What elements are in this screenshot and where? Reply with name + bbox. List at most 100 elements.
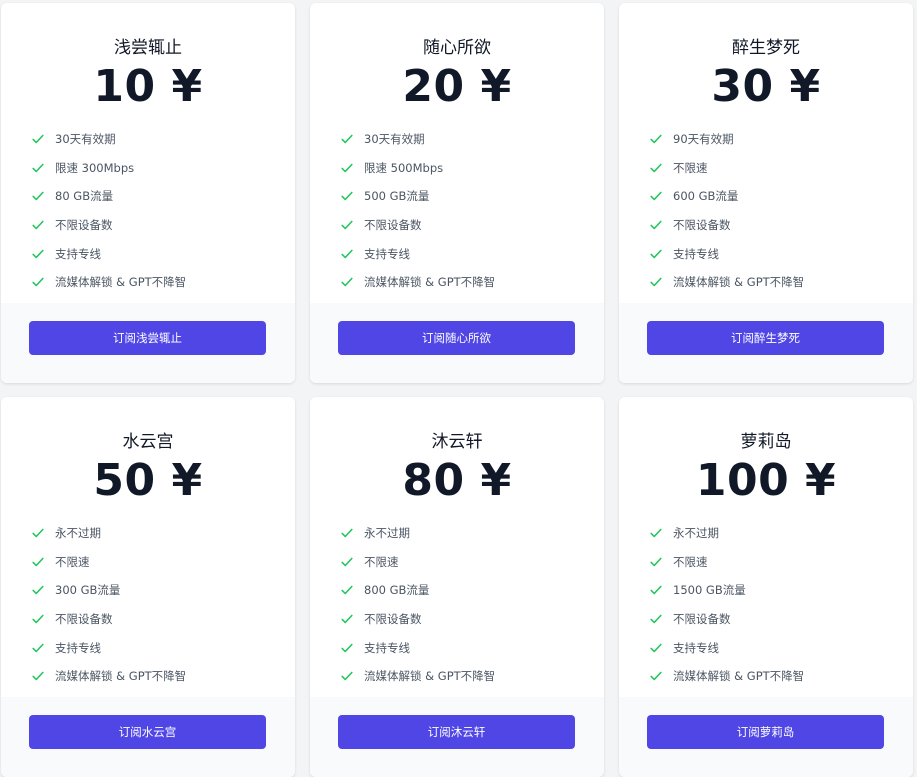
feature-item: 限速 500Mbps	[340, 154, 495, 183]
feature-text: 500 GB流量	[364, 189, 430, 204]
feature-list: 90天有效期 不限速 600 GB流量 不限设备数 支持专线 流媒体解锁 & G…	[649, 125, 804, 297]
feature-text: 600 GB流量	[673, 189, 739, 204]
plan-card-header: 水云宫 50 ¥ 永不过期 不限速 300 GB流量 不限设备数 支持专线 流媒…	[1, 397, 295, 697]
feature-text: 流媒体解锁 & GPT不降智	[55, 669, 187, 684]
feature-item: 30天有效期	[31, 125, 186, 154]
check-icon	[650, 643, 662, 652]
feature-item: 1500 GB流量	[649, 576, 804, 605]
feature-list: 永不过期 不限速 800 GB流量 不限设备数 支持专线 流媒体解锁 & GPT…	[340, 519, 495, 691]
check-icon	[650, 529, 662, 538]
subscribe-button[interactable]: 订阅萝莉岛	[647, 715, 884, 749]
plan-card-header: 沐云轩 80 ¥ 永不过期 不限速 800 GB流量 不限设备数 支持专线 流媒…	[310, 397, 604, 697]
check-icon	[341, 643, 353, 652]
feature-list: 30天有效期 限速 300Mbps 80 GB流量 不限设备数 支持专线 流媒体…	[31, 125, 186, 297]
feature-text: 30天有效期	[364, 132, 425, 147]
feature-item: 不限设备数	[340, 211, 495, 240]
plan-card-header: 浅尝辄止 10 ¥ 30天有效期 限速 300Mbps 80 GB流量 不限设备…	[1, 3, 295, 303]
feature-list: 永不过期 不限速 300 GB流量 不限设备数 支持专线 流媒体解锁 & GPT…	[31, 519, 186, 691]
feature-item: 600 GB流量	[649, 182, 804, 211]
plan-card: 醉生梦死 30 ¥ 90天有效期 不限速 600 GB流量 不限设备数 支持专线…	[619, 3, 913, 383]
feature-item: 永不过期	[649, 519, 804, 548]
feature-text: 800 GB流量	[364, 583, 430, 598]
feature-item: 30天有效期	[340, 125, 495, 154]
feature-item: 流媒体解锁 & GPT不降智	[340, 662, 495, 691]
plan-card: 随心所欲 20 ¥ 30天有效期 限速 500Mbps 500 GB流量 不限设…	[310, 3, 604, 383]
feature-item: 流媒体解锁 & GPT不降智	[649, 662, 804, 691]
feature-item: 不限设备数	[649, 211, 804, 240]
plan-card-header: 醉生梦死 30 ¥ 90天有效期 不限速 600 GB流量 不限设备数 支持专线…	[619, 3, 913, 303]
check-icon	[32, 586, 44, 595]
feature-item: 流媒体解锁 & GPT不降智	[340, 268, 495, 297]
check-icon	[650, 586, 662, 595]
feature-item: 不限速	[649, 154, 804, 183]
plan-card-footer: 订阅浅尝辄止	[1, 303, 295, 383]
check-icon	[32, 671, 44, 681]
feature-item: 300 GB流量	[31, 576, 186, 605]
feature-text: 不限设备数	[55, 218, 113, 233]
feature-text: 不限设备数	[364, 218, 422, 233]
feature-item: 不限速	[649, 548, 804, 577]
plan-name: 随心所欲	[423, 38, 491, 58]
feature-item: 不限设备数	[340, 605, 495, 634]
feature-item: 永不过期	[340, 519, 495, 548]
feature-item: 支持专线	[31, 633, 186, 662]
pricing-grid: 浅尝辄止 10 ¥ 30天有效期 限速 300Mbps 80 GB流量 不限设备…	[0, 0, 917, 777]
plan-card: 水云宫 50 ¥ 永不过期 不限速 300 GB流量 不限设备数 支持专线 流媒…	[1, 397, 295, 777]
check-icon	[341, 671, 353, 681]
check-icon	[341, 529, 353, 538]
check-icon	[341, 135, 353, 144]
check-icon	[341, 277, 353, 287]
plan-price: 10 ¥	[93, 61, 203, 112]
check-icon	[32, 277, 44, 287]
plan-price: 20 ¥	[402, 61, 512, 112]
feature-item: 支持专线	[649, 239, 804, 268]
feature-text: 流媒体解锁 & GPT不降智	[364, 275, 496, 290]
check-icon	[341, 163, 353, 173]
plan-name: 浅尝辄止	[114, 38, 182, 58]
feature-text: 不限设备数	[55, 612, 113, 627]
feature-item: 支持专线	[31, 239, 186, 268]
feature-text: 支持专线	[673, 246, 719, 261]
plan-card-header: 萝莉岛 100 ¥ 永不过期 不限速 1500 GB流量 不限设备数 支持专线 …	[619, 397, 913, 697]
feature-item: 500 GB流量	[340, 182, 495, 211]
subscribe-button[interactable]: 订阅醉生梦死	[647, 321, 884, 355]
feature-text: 流媒体解锁 & GPT不降智	[673, 669, 805, 684]
feature-text: 不限速	[673, 554, 708, 569]
plan-card-footer: 订阅随心所欲	[310, 303, 604, 383]
feature-text: 限速 500Mbps	[364, 160, 444, 175]
feature-text: 永不过期	[364, 526, 410, 541]
check-icon	[650, 163, 662, 173]
subscribe-button[interactable]: 订阅沐云轩	[338, 715, 575, 749]
feature-item: 支持专线	[649, 633, 804, 662]
check-icon	[650, 671, 662, 681]
check-icon	[650, 192, 662, 201]
feature-text: 30天有效期	[55, 132, 116, 147]
check-icon	[650, 220, 662, 230]
feature-text: 流媒体解锁 & GPT不降智	[673, 275, 805, 290]
feature-text: 不限设备数	[673, 612, 731, 627]
feature-list: 30天有效期 限速 500Mbps 500 GB流量 不限设备数 支持专线 流媒…	[340, 125, 495, 297]
subscribe-button[interactable]: 订阅浅尝辄止	[29, 321, 266, 355]
feature-item: 不限设备数	[649, 605, 804, 634]
subscribe-button[interactable]: 订阅随心所欲	[338, 321, 575, 355]
plan-card: 沐云轩 80 ¥ 永不过期 不限速 800 GB流量 不限设备数 支持专线 流媒…	[310, 397, 604, 777]
check-icon	[32, 614, 44, 624]
check-icon	[341, 614, 353, 624]
check-icon	[650, 557, 662, 567]
feature-text: 支持专线	[55, 246, 101, 261]
feature-item: 不限速	[31, 548, 186, 577]
feature-item: 永不过期	[31, 519, 186, 548]
feature-text: 流媒体解锁 & GPT不降智	[364, 669, 496, 684]
plan-name: 沐云轩	[431, 432, 483, 452]
feature-item: 支持专线	[340, 633, 495, 662]
plan-name: 水云宫	[122, 432, 174, 452]
feature-item: 不限设备数	[31, 605, 186, 634]
subscribe-button[interactable]: 订阅水云宫	[29, 715, 266, 749]
check-icon	[32, 249, 44, 258]
plan-card-footer: 订阅醉生梦死	[619, 303, 913, 383]
feature-text: 1500 GB流量	[673, 583, 746, 598]
feature-item: 不限设备数	[31, 211, 186, 240]
plan-price: 50 ¥	[93, 455, 203, 506]
check-icon	[341, 192, 353, 201]
feature-item: 800 GB流量	[340, 576, 495, 605]
